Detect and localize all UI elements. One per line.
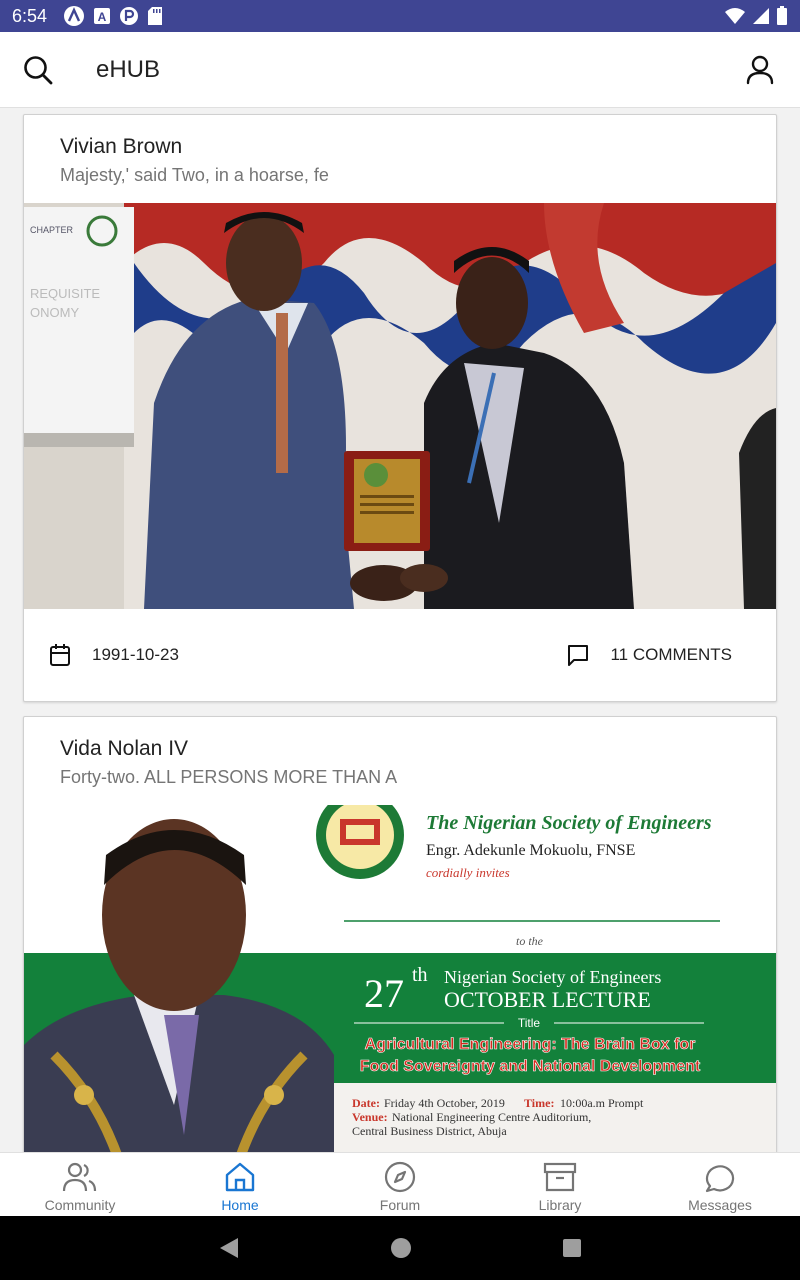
flyer-venue-2: Central Business District, Abuja	[352, 1124, 507, 1138]
flyer-date-label: Date:	[352, 1096, 380, 1110]
a-circle-icon	[64, 6, 85, 26]
svg-text:A: A	[98, 10, 107, 24]
flyer-time-label: Time:	[524, 1096, 554, 1110]
signal-icon	[753, 8, 769, 24]
flyer-time-value: 10:00a.m Prompt	[560, 1096, 644, 1110]
post-card[interactable]: Vivian Brown Majesty,' said Two, in a ho…	[23, 114, 777, 702]
lecture-flyer: The Nigerian Society of Engineers Engr. …	[24, 805, 776, 1152]
app-title: eHUB	[96, 55, 161, 83]
flyer-society: Nigerian Society of Engineers	[444, 967, 661, 987]
flyer-lecture: OCTOBER LECTURE	[444, 987, 651, 1012]
search-button[interactable]	[18, 50, 58, 90]
chat-bubble-icon	[702, 1159, 738, 1195]
status-bar: 6:54 A	[0, 0, 800, 32]
flyer-date-value: Friday 4th October, 2019	[384, 1096, 505, 1110]
sd-card-icon	[148, 7, 163, 25]
nav-home[interactable]: Home	[160, 1153, 320, 1216]
flyer-number: 27	[364, 971, 404, 1016]
flyer-suffix: th	[412, 964, 428, 986]
profile-button[interactable]	[740, 50, 780, 90]
calendar-icon	[48, 643, 72, 667]
recents-icon[interactable]	[562, 1238, 582, 1258]
nav-messages[interactable]: Messages	[640, 1153, 800, 1216]
comment-icon[interactable]	[566, 643, 590, 667]
nav-forum[interactable]: Forum	[320, 1153, 480, 1216]
screen-text-1: REQUISITE	[30, 286, 100, 301]
award-photo: CHAPTER REQUISITE ONOMY	[24, 203, 776, 609]
nav-label: Home	[221, 1197, 259, 1213]
post-image[interactable]: The Nigerian Society of Engineers Engr. …	[24, 805, 776, 1152]
archive-icon	[542, 1159, 578, 1195]
post-author: Vivian Brown	[60, 135, 183, 158]
post-card[interactable]: Vida Nolan IV Forty-two. ALL PERSONS MOR…	[23, 716, 777, 1152]
flyer-venue-label: Venue:	[352, 1110, 388, 1124]
bottom-navigation: Community Home Forum Library Messages	[0, 1152, 800, 1216]
flyer-president: Engr. Adekunle Mokuolu, FNSE	[426, 842, 635, 859]
status-time: 6:54	[12, 5, 48, 26]
flyer-title-label: Title	[518, 1016, 541, 1030]
compass-icon	[382, 1159, 418, 1195]
nav-label: Forum	[379, 1197, 421, 1213]
home-icon	[222, 1159, 258, 1195]
post-date: 1991-10-23	[92, 645, 179, 664]
flyer-topic-2: Food Sovereignty and National Developmen…	[360, 1058, 701, 1075]
flyer-topic-1: Agricultural Engineering: The Brain Box …	[365, 1036, 696, 1053]
wifi-icon	[725, 8, 745, 24]
flyer-invite: cordially invites	[426, 865, 510, 880]
post-excerpt: Majesty,' said Two, in a hoarse, fe	[60, 165, 329, 185]
post-author: Vida Nolan IV	[60, 737, 189, 760]
nav-label: Community	[44, 1197, 116, 1213]
screen-text-2: ONOMY	[30, 305, 79, 320]
nav-label: Messages	[688, 1197, 752, 1213]
nav-community[interactable]: Community	[0, 1153, 160, 1216]
post-footer: 1991-10-23 11 COMMENTS	[24, 609, 776, 701]
nav-library[interactable]: Library	[480, 1153, 640, 1216]
system-navigation-bar	[0, 1216, 800, 1280]
nav-label: Library	[538, 1197, 582, 1213]
home-circle-icon[interactable]	[390, 1237, 412, 1259]
a-square-icon: A	[94, 8, 111, 24]
battery-icon	[777, 6, 787, 25]
post-feed: Vivian Brown Majesty,' said Two, in a ho…	[0, 108, 800, 1152]
p-circle-icon	[120, 7, 139, 25]
back-icon[interactable]	[218, 1237, 240, 1259]
post-excerpt: Forty-two. ALL PERSONS MORE THAN A	[60, 767, 398, 787]
search-icon	[24, 55, 53, 84]
community-icon	[62, 1159, 98, 1195]
flyer-venue-1: National Engineering Centre Auditorium,	[392, 1110, 591, 1124]
app-bar: eHUB	[0, 32, 800, 108]
flyer-org: The Nigerian Society of Engineers	[426, 812, 712, 834]
flyer-to-the: to the	[516, 934, 544, 948]
comments-link[interactable]: 11 COMMENTS	[610, 645, 732, 665]
post-image[interactable]: CHAPTER REQUISITE ONOMY	[24, 203, 776, 609]
profile-icon	[746, 55, 774, 84]
screen-chapter-text: CHAPTER	[30, 225, 74, 235]
